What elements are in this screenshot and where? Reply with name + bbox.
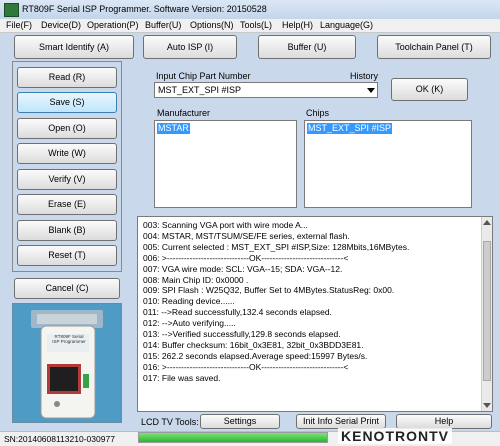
open-button[interactable]: Open (O) — [17, 118, 117, 139]
progress-bar — [138, 432, 328, 443]
help-button[interactable]: Help — [396, 414, 492, 429]
menu-bar: File(F) Device(D) Operation(P) Buffer(U)… — [0, 19, 500, 33]
log-output[interactable]: 003: Scanning VGA port with wire mode A.… — [137, 216, 493, 412]
menu-operation[interactable]: Operation(P) — [87, 20, 139, 30]
chip-part-value: MST_EXT_SPI #ISP — [158, 85, 242, 95]
log-line: 006: >-----------------------------OK---… — [143, 252, 349, 263]
menu-options[interactable]: Options(N) — [190, 20, 234, 30]
smart-identify-button[interactable]: Smart Identify (A) — [14, 35, 134, 59]
history-label: History — [350, 71, 379, 81]
blank-button[interactable]: Blank (B) — [17, 220, 117, 241]
progress-fill — [139, 433, 327, 442]
init-serial-print-button[interactable]: Init Info Serial Print — [296, 414, 386, 429]
log-line: 010: Reading device...... — [143, 296, 235, 307]
menu-help[interactable]: Help(H) — [282, 20, 313, 30]
write-button[interactable]: Write (W) — [17, 143, 117, 164]
chip-selected[interactable]: MST_EXT_SPI #ISP — [307, 123, 393, 134]
settings-button[interactable]: Settings — [200, 414, 280, 429]
log-line: 014: Buffer checksum: 16bit_0x3E81, 32bi… — [143, 339, 364, 350]
log-line: 005: Current selected : MST_EXT_SPI #ISP… — [143, 241, 410, 252]
menu-language[interactable]: Language(G) — [320, 20, 373, 30]
chips-label: Chips — [306, 108, 330, 118]
log-line: 012: -->Auto verifying..... — [143, 318, 236, 329]
programmer-device-image: RT809F Serial ISP Programmer — [12, 303, 122, 423]
read-button[interactable]: Read (R) — [17, 67, 117, 88]
ok-button[interactable]: OK (K) — [391, 78, 468, 101]
chips-list[interactable]: MST_EXT_SPI #ISP — [304, 120, 472, 208]
buffer-button[interactable]: Buffer (U) — [258, 35, 356, 59]
serial-number: SN:20140608113210-030977 — [4, 434, 115, 444]
log-line: 015: 262.2 seconds elapsed.Average speed… — [143, 350, 368, 361]
toolchain-panel-button[interactable]: Toolchain Panel (T) — [377, 35, 491, 59]
log-line: 008: Main Chip ID: 0x0000 . — [143, 274, 249, 285]
menu-tools[interactable]: Tools(L) — [240, 20, 272, 30]
scroll-down-icon[interactable] — [483, 403, 491, 408]
log-line: 009: SPI Flash : W25Q32, Buffer Set to 4… — [143, 285, 395, 296]
log-line: 017: File was saved. — [143, 372, 221, 383]
dropdown-arrow-icon[interactable] — [367, 88, 375, 93]
manufacturer-label: Manufacturer — [157, 108, 211, 118]
log-line: 016: >-----------------------------OK---… — [143, 361, 349, 372]
menu-device[interactable]: Device(D) — [41, 20, 81, 30]
window-title: RT809F Serial ISP Programmer. Software V… — [22, 4, 267, 14]
watermark-logo: KENOTRONTV — [338, 428, 452, 444]
save-button[interactable]: Save (S) — [17, 92, 117, 113]
log-line: 007: VGA wire mode: SCL: VGA--15; SDA: V… — [143, 263, 343, 274]
log-line: 013: -->Verified successfully,129.8 seco… — [143, 329, 341, 340]
chip-input-label: Input Chip Part Number — [156, 71, 251, 81]
log-lines: 003: Scanning VGA port with wire mode A.… — [143, 220, 478, 384]
auto-isp-button[interactable]: Auto ISP (I) — [143, 35, 237, 59]
erase-button[interactable]: Erase (E) — [17, 194, 117, 215]
app-icon — [4, 3, 19, 17]
manufacturer-list[interactable]: MSTAR — [154, 120, 297, 208]
menu-buffer[interactable]: Buffer(U) — [145, 20, 181, 30]
device-label: RT809F Serial ISP Programmer — [52, 334, 86, 344]
title-bar: RT809F Serial ISP Programmer. Software V… — [0, 0, 500, 19]
reset-button[interactable]: Reset (T) — [17, 245, 117, 266]
log-line: 003: Scanning VGA port with wire mode A.… — [143, 220, 308, 230]
chip-part-combo[interactable]: MST_EXT_SPI #ISP — [154, 82, 378, 98]
log-line: 011: -->Read successfully,132.4 seconds … — [143, 307, 332, 318]
log-line: 004: MSTAR, MST/TSUM/SE/FE series, exter… — [143, 230, 350, 241]
cancel-button[interactable]: Cancel (C) — [14, 278, 120, 299]
verify-button[interactable]: Verify (V) — [17, 169, 117, 190]
menu-file[interactable]: File(F) — [6, 20, 32, 30]
log-scrollbar[interactable] — [481, 217, 492, 411]
manufacturer-selected[interactable]: MSTAR — [157, 123, 190, 134]
scroll-up-icon[interactable] — [483, 220, 491, 225]
lcd-tv-tools-label: LCD TV Tools: — [141, 417, 199, 427]
scroll-thumb[interactable] — [483, 241, 491, 381]
